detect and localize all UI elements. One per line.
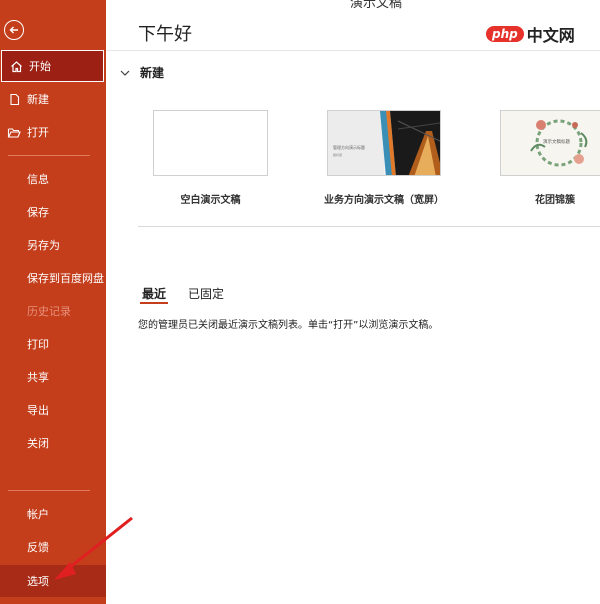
- back-button[interactable]: [4, 20, 24, 40]
- floral-template-thumbnail[interactable]: 演示文稿标题: [500, 110, 600, 176]
- sidebar-item-label: 信息: [27, 173, 49, 186]
- back-arrow-icon: [9, 26, 18, 34]
- sidebar-item-save-baidu[interactable]: 保存到百度网盘: [0, 262, 106, 294]
- business-thumb-title: 管理方向演示标题: [333, 145, 365, 150]
- template-label: 业务方向演示文稿（宽屏）: [324, 195, 444, 206]
- folder-open-icon: [7, 125, 21, 139]
- active-tab-indicator: [140, 302, 168, 304]
- sidebar-item-save-as[interactable]: 另存为: [0, 229, 106, 261]
- watermark-text: 中文网: [526, 26, 575, 45]
- header-divider: [106, 50, 600, 51]
- annotation-arrow-icon: [54, 516, 133, 580]
- sidebar-item-label: 关闭: [27, 437, 49, 450]
- new-section-header[interactable]: 新建: [120, 64, 164, 81]
- template-label: 花团锦簇: [535, 195, 575, 206]
- chevron-down-icon: [120, 69, 134, 77]
- sidebar-divider: [8, 490, 90, 491]
- sidebar-item-info[interactable]: 信息: [0, 163, 106, 195]
- sidebar-item-new[interactable]: 新建: [0, 83, 106, 115]
- sidebar-item-print[interactable]: 打印: [0, 328, 106, 360]
- template-label: 空白演示文稿: [180, 195, 241, 206]
- sidebar-item-label: 导出: [27, 404, 49, 417]
- sidebar-item-close[interactable]: 关闭: [0, 427, 106, 459]
- greeting-heading: 下午好: [138, 24, 192, 45]
- sidebar-item-label: 另存为: [27, 239, 60, 252]
- sidebar-item-label: 共享: [27, 371, 49, 384]
- section-divider: [138, 226, 600, 227]
- sidebar-item-label: 保存到百度网盘: [27, 272, 104, 285]
- site-watermark: php 中文网: [486, 22, 575, 46]
- sidebar-item-save[interactable]: 保存: [0, 196, 106, 228]
- sidebar-item-home[interactable]: 开始: [1, 50, 104, 82]
- home-icon: [9, 59, 23, 73]
- recent-disabled-message: 您的管理员已关闭最近演示文稿列表。单击“打开”以浏览演示文稿。: [138, 320, 439, 331]
- watermark-badge: php: [486, 26, 524, 42]
- sidebar-item-open[interactable]: 打开: [0, 116, 106, 148]
- sidebar-item-export[interactable]: 导出: [0, 394, 106, 426]
- sidebar-item-label: 保存: [27, 206, 49, 219]
- new-section-title: 新建: [140, 66, 165, 80]
- sidebar-item-label: 打开: [27, 126, 49, 139]
- sidebar-item-label: 开始: [29, 60, 51, 73]
- blank-template-thumbnail[interactable]: [153, 110, 268, 176]
- sidebar-item-history: 历史记录: [0, 295, 106, 327]
- sidebar-item-label: 历史记录: [27, 305, 71, 318]
- tab-pinned[interactable]: 已固定: [188, 285, 224, 302]
- tab-recent[interactable]: 最近: [142, 285, 166, 302]
- sidebar-item-label: 新建: [27, 93, 49, 106]
- floral-thumb-title: 演示文稿标题: [543, 140, 570, 145]
- sidebar-item-label: 打印: [27, 338, 49, 351]
- sidebar-divider: [8, 155, 90, 156]
- window-title: 演示文稿: [350, 0, 403, 11]
- business-template-thumbnail[interactable]: 管理方向演示标题 副标题: [327, 110, 441, 176]
- business-thumb-subtitle: 副标题: [333, 153, 343, 157]
- sidebar-item-share[interactable]: 共享: [0, 361, 106, 393]
- business-thumbnail-art: [328, 111, 440, 175]
- new-file-icon: [7, 92, 21, 106]
